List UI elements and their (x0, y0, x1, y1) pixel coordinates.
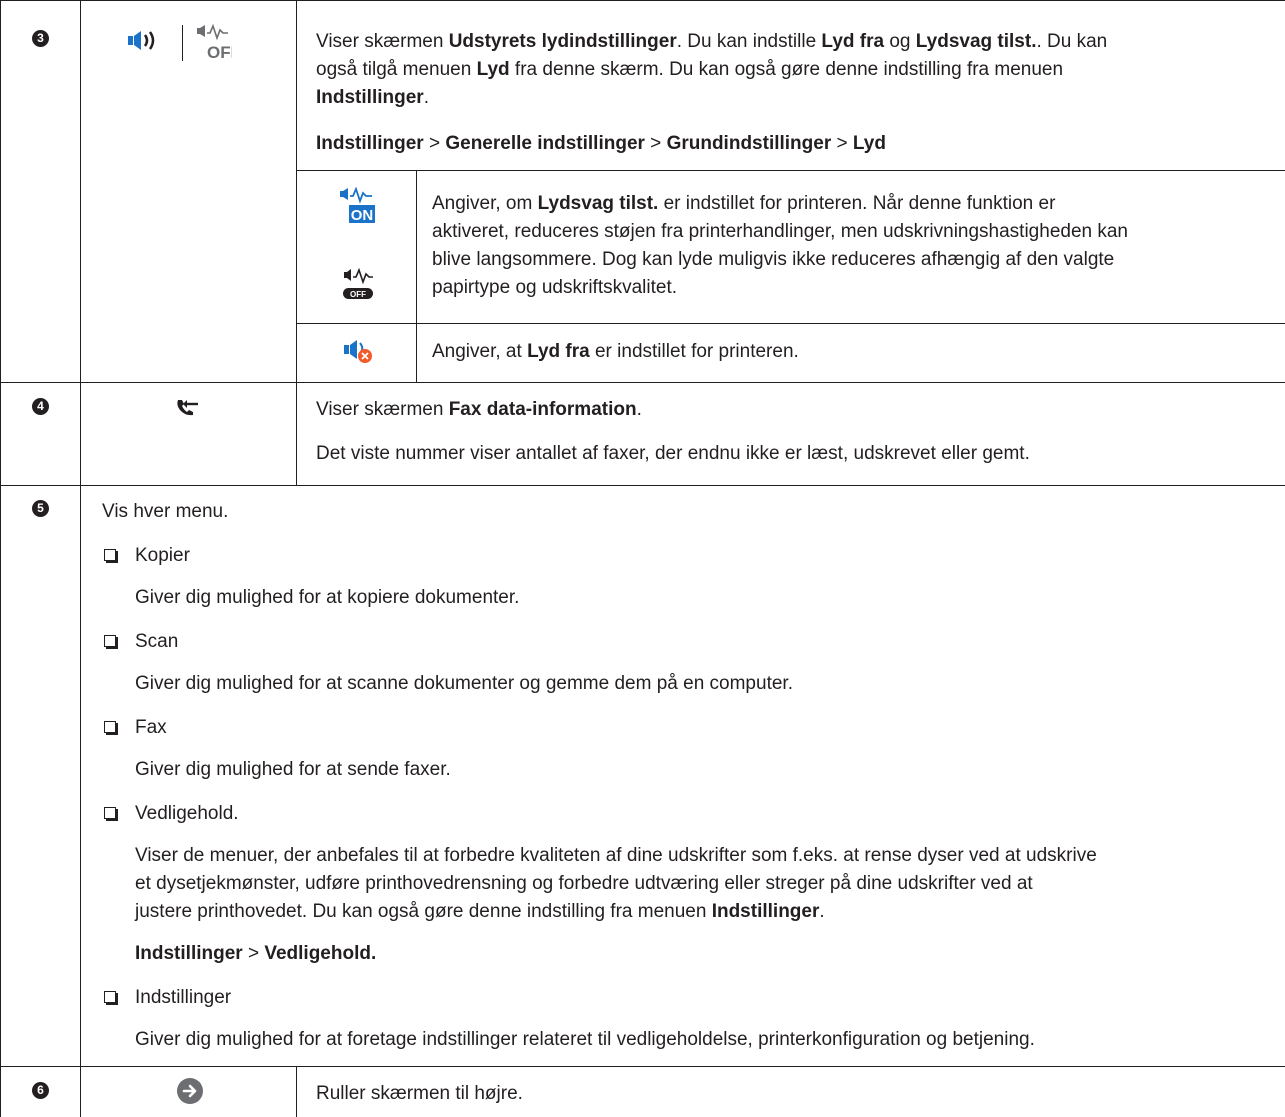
sub1-line3: blive langsommere. Dog kan lyde muligvis… (432, 249, 1115, 270)
row3-desc-line3: Indstillinger. (316, 87, 429, 108)
quiet-mode-off-icon: OFF (197, 24, 232, 62)
row-number-6: 6 (32, 1082, 49, 1099)
menu-item-title-indstillinger: Indstillinger (135, 987, 232, 1008)
checkbox-bullet (104, 635, 116, 647)
row-divider-5-6 (0, 1066, 1285, 1067)
menu-item-desc-scan: Giver dig mulighed for at scanne dokumen… (135, 673, 793, 694)
checkbox-bullet (104, 721, 116, 733)
menu-item-desc-indstillinger: Giver dig mulighed for at foretage indst… (135, 1029, 1035, 1050)
row-number-3: 3 (32, 30, 49, 47)
sound-muted-icon (344, 340, 372, 363)
subtable-top (296, 170, 1285, 171)
quiet-mode-off-small-icon: OFF (343, 268, 373, 299)
checkbox-bullet (104, 807, 116, 819)
col-divider-icon-upper (296, 0, 297, 485)
menu-item-desc-vedligehold-2: et dysetjekmønster, udføre printhovedren… (135, 873, 1033, 894)
menu-item-title-kopier: Kopier (135, 545, 190, 566)
svg-text:OFF: OFF (350, 290, 366, 299)
menu-item-desc-kopier: Giver dig mulighed for at kopiere dokume… (135, 587, 520, 608)
table-border-top (0, 0, 1285, 1)
checkbox-bullet (104, 991, 116, 1003)
row-divider-4-5 (0, 485, 1285, 486)
menu-item-desc-vedligehold-1: Viser de menuer, der anbefales til at fo… (135, 845, 1097, 866)
speaker-icon (128, 31, 155, 50)
subtable-divider (296, 323, 1285, 324)
sub1-line1: Angiver, om Lydsvag tilst. er indstillet… (432, 193, 1056, 214)
col-divider-num (80, 0, 81, 1117)
sub2-text: Angiver, at Lyd fra er indstillet for pr… (432, 341, 799, 362)
col-divider-icon-lower (296, 1066, 297, 1117)
menu-item-desc-vedligehold-3: justere printhovedet. Du kan også gøre d… (135, 901, 825, 922)
row4-title: Viser skærmen Fax data-information. (316, 399, 642, 420)
row-number-5: 5 (32, 500, 49, 517)
row3-desc-line2: også tilgå menuen Lyd fra denne skærm. D… (316, 59, 1064, 80)
sub1-line4: papirtype og udskriftskvalitet. (432, 277, 678, 298)
svg-text:OFF: OFF (207, 43, 232, 62)
subtable-col-divider (416, 170, 417, 382)
svg-text:ON: ON (351, 207, 374, 224)
icon-separator (182, 25, 183, 61)
fax-data-icon (177, 400, 198, 416)
menu-item-title-fax: Fax (135, 717, 167, 738)
row6-desc: Ruller skærmen til højre. (316, 1083, 523, 1104)
checkbox-bullet (104, 549, 116, 561)
menu-item-desc-fax: Giver dig mulighed for at sende faxer. (135, 759, 451, 780)
row3-desc-line1: Viser skærmen Udstyrets lydindstillinger… (316, 31, 1108, 52)
sub1-line2: aktiveret, reduceres støjen fra printerh… (432, 221, 1128, 242)
quiet-mode-on-icon: ON (340, 187, 375, 224)
row3-menu-path: Indstillinger > Generelle indstillinger … (316, 133, 886, 154)
table-border-left (0, 0, 1, 1117)
row-divider-3-4 (0, 382, 1285, 383)
menu-item-title-vedligehold: Vedligehold. (135, 803, 239, 824)
row4-desc: Det viste nummer viser antallet af faxer… (316, 443, 1030, 464)
scroll-right-arrow-icon (177, 1078, 203, 1104)
menu-item-title-scan: Scan (135, 631, 179, 652)
row-number-4: 4 (32, 398, 49, 415)
row5-intro: Vis hver menu. (102, 501, 229, 522)
menu-item-path-vedligehold: Indstillinger > Vedligehold. (135, 943, 377, 964)
